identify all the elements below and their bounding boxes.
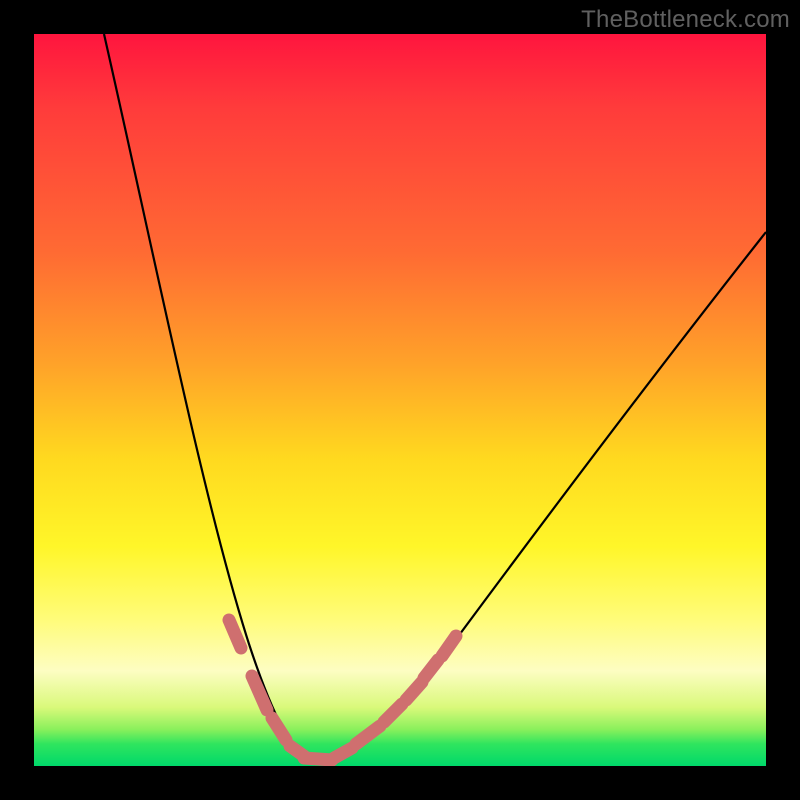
curve-layer [34,34,766,766]
highlight-group [229,620,456,760]
highlight-seg [442,636,456,656]
highlight-seg [334,748,352,758]
watermark-text: TheBottleneck.com [581,6,790,34]
chart-frame: TheBottleneck.com [0,0,800,800]
highlight-seg [356,726,380,744]
curve-right-branch [314,232,766,764]
curve-left-branch [104,34,314,764]
highlight-seg [272,718,286,740]
highlight-seg [252,676,267,710]
highlight-seg [229,620,241,648]
plot-area [34,34,766,766]
highlight-seg [384,704,402,722]
highlight-seg [424,660,438,678]
highlight-seg [406,682,422,700]
